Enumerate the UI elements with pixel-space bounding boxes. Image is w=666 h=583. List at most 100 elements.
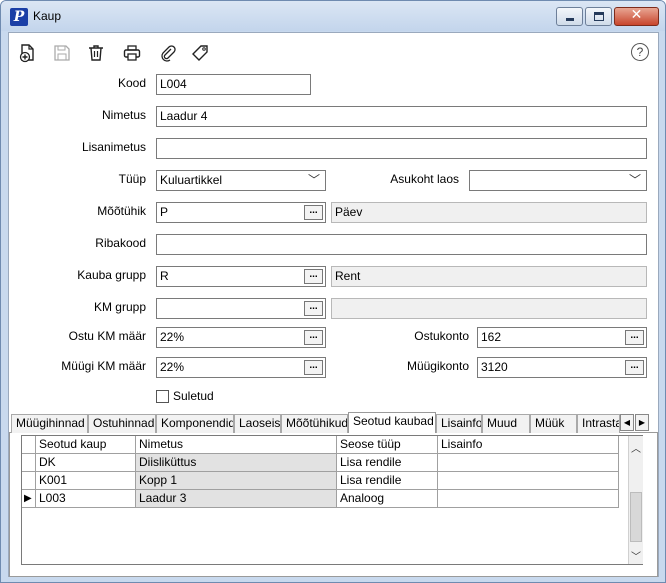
tab-lisainfo[interactable]: Lisainfo	[436, 414, 482, 433]
table-row-cell-info[interactable]	[438, 454, 619, 472]
table-row-cell-nimetus[interactable]: Laadur 3	[136, 490, 337, 508]
tab-laoseis[interactable]: Laoseis	[234, 414, 281, 433]
window-title: Kaup	[33, 9, 62, 23]
kauba-grupp-input[interactable]: R ...	[156, 266, 326, 287]
scroll-thumb[interactable]	[630, 492, 642, 542]
row-selector[interactable]	[22, 454, 36, 472]
suletud-label: Suletud	[173, 389, 214, 403]
mootyhik-lookup-button[interactable]: ...	[304, 205, 323, 220]
mootyhik-input[interactable]: P ...	[156, 202, 326, 223]
ribakood-input[interactable]	[156, 234, 647, 255]
minimize-icon	[566, 18, 574, 21]
km-grupp-input[interactable]: ...	[156, 298, 326, 319]
tab-strip: Müügihinnad Ostuhinnad Komponendid Laose…	[9, 412, 658, 434]
nimetus-input[interactable]: Laadur 4	[156, 106, 647, 127]
table-row-cell-nimetus[interactable]: Diisliküttus	[136, 454, 337, 472]
asukoht-label: Asukoht laos	[390, 172, 459, 186]
save-icon[interactable]	[52, 43, 72, 63]
kood-input[interactable]: L004	[156, 74, 311, 95]
tab-muuk[interactable]: Müük	[530, 414, 577, 433]
table-row-cell-tyyp[interactable]: Analoog	[337, 490, 438, 508]
tab-ostuhinnad[interactable]: Ostuhinnad	[88, 414, 156, 433]
myygikonto-label: Müügikonto	[406, 359, 469, 373]
chevron-down-icon: ﹀	[628, 173, 641, 187]
ostukonto-label: Ostukonto	[414, 329, 469, 343]
tab-scroll-left-icon[interactable]: ◀	[620, 414, 634, 431]
myygikonto-value: 3120	[481, 360, 508, 374]
table-row-cell-kaup[interactable]: DK	[36, 454, 136, 472]
kauba-grupp-lookup-button[interactable]: ...	[304, 269, 323, 284]
close-icon: ✕	[630, 7, 643, 23]
chevron-down-icon: ﹀	[307, 173, 320, 187]
print-icon[interactable]	[122, 43, 142, 63]
row-selector[interactable]	[22, 472, 36, 490]
form-client-area: ? Kood L004 Nimetus Laadur 4 Lisanimetus…	[8, 32, 659, 577]
maximize-button[interactable]	[585, 7, 612, 26]
current-row-arrow-icon[interactable]: ▶	[22, 490, 36, 508]
minimize-button[interactable]	[556, 7, 583, 26]
table-row-cell-info[interactable]	[438, 490, 619, 508]
tab-scroll-right-icon[interactable]: ▶	[635, 414, 649, 431]
column-header-lisainfo[interactable]: Lisainfo	[438, 436, 619, 454]
tyyp-select[interactable]: Kuluartikkel ﹀	[156, 170, 326, 191]
close-button[interactable]: ✕	[614, 7, 659, 26]
myygikonto-input[interactable]: 3120 ...	[477, 357, 647, 378]
seotud-kaubad-grid: Seotud kaup Nimetus Seose tüüp Lisainfo …	[21, 435, 643, 565]
table-row-cell-nimetus[interactable]: Kopp 1	[136, 472, 337, 490]
grid-corner	[22, 436, 36, 454]
tab-muugihinnad[interactable]: Müügihinnad	[11, 414, 88, 433]
kauba-grupp-label: Kauba grupp	[77, 268, 146, 282]
ostu-km-label: Ostu KM määr	[68, 329, 146, 343]
myygi-km-input[interactable]: 22% ...	[156, 357, 326, 378]
attach-icon[interactable]	[158, 43, 178, 63]
trash-icon[interactable]	[86, 43, 106, 63]
kaup-window: P Kaup ✕ ? Kood L004 Nimetus Laadur 4 Li…	[0, 0, 666, 583]
table-row-cell-info[interactable]	[438, 472, 619, 490]
asukoht-select[interactable]: ﹀	[469, 170, 647, 191]
nimetus-label: Nimetus	[101, 108, 146, 122]
tab-intrastat[interactable]: Intrastat	[577, 414, 620, 433]
myygi-km-label: Müügi KM määr	[61, 359, 146, 373]
column-header-seose-tyyp[interactable]: Seose tüüp	[337, 436, 438, 454]
scroll-up-icon[interactable]: ︿	[629, 440, 643, 455]
tag-icon[interactable]	[190, 43, 210, 63]
ribakood-label: Ribakood	[95, 236, 146, 250]
km-grupp-lookup-button[interactable]: ...	[304, 301, 323, 316]
column-header-nimetus[interactable]: Nimetus	[136, 436, 337, 454]
kauba-grupp-value: R	[160, 269, 169, 283]
grid-vertical-scrollbar[interactable]: ︿ ﹀	[628, 436, 643, 564]
table-row-cell-tyyp[interactable]: Lisa rendile	[337, 454, 438, 472]
tab-mootyhikud[interactable]: Mõõtühikud	[281, 414, 348, 433]
suletud-checkbox[interactable]	[156, 390, 169, 403]
column-header-seotud-kaup[interactable]: Seotud kaup	[36, 436, 136, 454]
scroll-down-icon[interactable]: ﹀	[629, 548, 643, 563]
ostu-km-lookup-button[interactable]: ...	[304, 330, 323, 345]
myygikonto-lookup-button[interactable]: ...	[625, 360, 644, 375]
help-icon[interactable]: ?	[631, 43, 649, 61]
ostu-km-value: 22%	[160, 330, 185, 344]
ostukonto-value: 162	[481, 330, 502, 344]
lisanimetus-input[interactable]	[156, 138, 647, 159]
mootyhik-value: P	[160, 205, 169, 219]
title-bar[interactable]: P Kaup ✕	[1, 1, 665, 31]
ostukonto-lookup-button[interactable]: ...	[625, 330, 644, 345]
table-row-cell-kaup[interactable]: L003	[36, 490, 136, 508]
ostukonto-input[interactable]: 162 ...	[477, 327, 647, 348]
tab-seotud-kaubad[interactable]: Seotud kaubad	[348, 412, 436, 434]
myygi-km-lookup-button[interactable]: ...	[304, 360, 323, 375]
km-grupp-description	[331, 298, 647, 319]
new-document-icon[interactable]	[18, 43, 38, 63]
app-icon: P	[10, 8, 28, 26]
tab-komponendid[interactable]: Komponendid	[156, 414, 234, 433]
tyyp-value: Kuluartikkel	[160, 173, 223, 187]
table-row-cell-kaup[interactable]: K001	[36, 472, 136, 490]
mootyhik-label: Mõõtühik	[97, 204, 146, 218]
kood-label: Kood	[117, 76, 146, 90]
ostu-km-input[interactable]: 22% ...	[156, 327, 326, 348]
tab-muud[interactable]: Muud	[482, 414, 530, 433]
mootyhik-description: Päev	[331, 202, 647, 223]
tyyp-label: Tüüp	[118, 172, 146, 186]
kauba-grupp-description: Rent	[331, 266, 647, 287]
maximize-icon	[594, 12, 604, 21]
table-row-cell-tyyp[interactable]: Lisa rendile	[337, 472, 438, 490]
